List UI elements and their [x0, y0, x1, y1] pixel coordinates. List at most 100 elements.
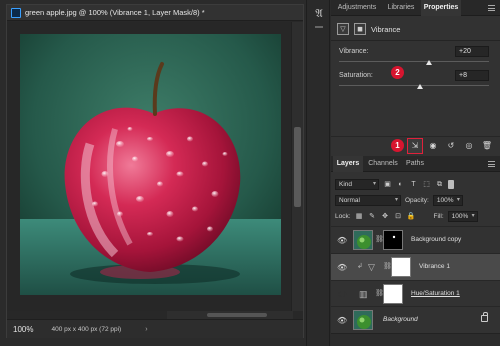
zoom-level[interactable]: 100%: [13, 325, 33, 334]
chevron-down-icon: ▾: [372, 181, 376, 187]
blend-row: Normal ▾ Opacity: 100% ▾: [335, 194, 463, 207]
lock-all-icon[interactable]: 🔒: [407, 212, 416, 221]
apple-photo: [20, 34, 281, 295]
callout-badge-2: 2: [391, 66, 404, 79]
vibrance-label: Vibrance:: [339, 48, 369, 55]
type-filter-icon[interactable]: T: [409, 180, 418, 189]
clipping-indicator-icon: ↲: [357, 263, 363, 270]
document-window: green apple.jpg @ 100% (Vibrance 1, Laye…: [6, 4, 304, 338]
hue-saturation-layer-icon: ▥: [359, 289, 368, 299]
toggle-visibility-icon[interactable]: ◎: [462, 139, 476, 153]
filter-kind-value: Kind: [339, 181, 353, 188]
visibility-eye-icon[interactable]: 👁: [337, 263, 347, 272]
layers-menu-icon[interactable]: [488, 161, 495, 167]
reset-adjustments-icon[interactable]: ↺: [444, 139, 458, 153]
layer-name[interactable]: Hue/Saturation 1: [411, 290, 460, 297]
adjustment-filter-icon[interactable]: ◐: [396, 180, 405, 189]
chevron-down-icon: ▾: [394, 197, 398, 203]
vertical-scroll-thumb[interactable]: [294, 127, 301, 207]
layer-mask-thumbnail[interactable]: [383, 230, 403, 250]
properties-menu-icon[interactable]: [488, 5, 495, 11]
vibrance-slider-track[interactable]: [339, 61, 489, 62]
properties-toolbar: 1 ⇲ ◉ ↺ ◎ 🗑: [331, 136, 500, 154]
right-panels: Adjustments Libraries Properties ▽ ◼ Vib…: [331, 0, 500, 346]
tab-paths[interactable]: Paths: [403, 156, 427, 172]
canvas-area[interactable]: [7, 22, 293, 311]
lock-artboard-icon[interactable]: ⊡: [394, 212, 403, 221]
tab-properties[interactable]: Properties: [421, 0, 461, 16]
filter-kind-dropdown[interactable]: Kind ▾: [335, 179, 379, 190]
saturation-slider-track[interactable]: [339, 85, 489, 86]
vibrance-slider-knob[interactable]: [426, 60, 432, 65]
fill-label: Fill:: [433, 213, 444, 220]
visibility-eye-icon[interactable]: 👁: [337, 316, 347, 325]
layer-name[interactable]: Background: [383, 316, 418, 323]
status-bar: 100% 400 px x 400 px (72 ppi) ›: [7, 319, 303, 338]
lock-label: Lock:: [335, 213, 351, 220]
shape-filter-icon[interactable]: ⬚: [422, 180, 431, 189]
vertical-scrollbar[interactable]: [291, 22, 303, 311]
dock-grip-icon[interactable]: [315, 26, 323, 28]
layer-row-vibrance-1[interactable]: 👁 ↲ ▽ ⛓ Vibrance 1: [331, 253, 500, 280]
filter-toggle[interactable]: [448, 180, 454, 189]
properties-header: ▽ ◼ Vibrance: [337, 22, 400, 36]
callout-badge-1: 1: [391, 139, 404, 152]
layers-tabbar: Layers Channels Paths: [331, 156, 500, 172]
visibility-eye-icon[interactable]: 👁: [337, 236, 347, 245]
tab-adjustments[interactable]: Adjustments: [333, 0, 381, 16]
vibrance-layer-icon: ▽: [368, 262, 375, 272]
layer-row-hue-saturation-1[interactable]: 👁 ▥ ⛓ Hue/Saturation 1: [331, 280, 500, 307]
fill-value: 100%: [451, 213, 469, 220]
panel-dock-strip: 𝔄: [306, 0, 330, 346]
layer-lock-icon[interactable]: [481, 312, 488, 322]
tab-channels[interactable]: Channels: [365, 156, 401, 172]
properties-title: Vibrance: [371, 24, 401, 34]
opacity-value: 100%: [436, 197, 454, 204]
document-dimensions: 400 px x 400 px (72 ppi): [51, 325, 122, 333]
layers-bottom-bar: [331, 333, 500, 346]
layer-thumbnail: [353, 230, 373, 250]
clip-to-layer-icon[interactable]: ⇲: [407, 137, 423, 154]
properties-divider: [331, 40, 500, 41]
blend-mode-dropdown[interactable]: Normal ▾: [335, 195, 401, 206]
pixel-filter-icon[interactable]: ▣: [383, 180, 392, 189]
layer-name[interactable]: Vibrance 1: [419, 263, 450, 270]
document-title: green apple.jpg @ 100% (Vibrance 1, Laye…: [25, 8, 205, 17]
layer-mask-thumbnail[interactable]: [383, 284, 403, 304]
status-menu-arrow-icon[interactable]: ›: [145, 326, 147, 333]
properties-tabbar: Adjustments Libraries Properties: [331, 0, 500, 16]
horizontal-scroll-thumb[interactable]: [207, 313, 267, 317]
saturation-label: Saturation:: [339, 72, 373, 79]
smart-object-filter-icon[interactable]: ⧉: [435, 180, 444, 189]
view-previous-state-icon[interactable]: ◉: [426, 139, 440, 153]
lock-pixels-icon[interactable]: ✎: [368, 212, 377, 221]
tab-layers[interactable]: Layers: [333, 156, 363, 172]
lock-position-icon[interactable]: ✥: [381, 212, 390, 221]
opacity-field[interactable]: 100% ▾: [432, 195, 463, 206]
layer-name[interactable]: Background copy: [411, 236, 461, 243]
saturation-value-field[interactable]: +8: [455, 70, 489, 81]
opacity-label: Opacity:: [405, 197, 429, 204]
lock-transparency-icon[interactable]: ▦: [355, 212, 364, 221]
layer-filter-row: Kind ▾ ▣ ◐ T ⬚ ⧉: [335, 178, 454, 191]
saturation-slider-knob[interactable]: [417, 84, 423, 89]
document-tab[interactable]: green apple.jpg @ 100% (Vibrance 1, Laye…: [7, 5, 303, 21]
fill-field[interactable]: 100% ▾: [447, 211, 478, 222]
vibrance-adjustment-icon[interactable]: ▽: [337, 23, 349, 35]
hidden-eye-placeholder[interactable]: 👁: [337, 290, 347, 299]
delete-adjustment-icon[interactable]: 🗑: [480, 139, 494, 153]
character-panel-icon[interactable]: 𝔄: [311, 6, 327, 22]
vibrance-value-field[interactable]: +20: [455, 46, 489, 57]
chevron-down-icon: ▾: [456, 197, 460, 203]
layer-mask-thumbnail[interactable]: [391, 257, 411, 277]
layer-thumbnail: [353, 310, 373, 330]
chevron-down-icon: ▾: [471, 213, 475, 219]
layer-row-background-copy[interactable]: 👁 ⛓ Background copy: [331, 226, 500, 253]
layer-row-background[interactable]: 👁 Background: [331, 306, 500, 333]
blend-mode-value: Normal: [339, 197, 360, 204]
tab-libraries[interactable]: Libraries: [383, 0, 419, 16]
photoshop-file-icon: [11, 7, 21, 18]
layer-mask-icon[interactable]: ◼: [354, 23, 366, 35]
lock-row: Lock: ▦ ✎ ✥ ⊡ 🔒 Fill: 100% ▾: [335, 210, 478, 223]
horizontal-scrollbar[interactable]: [167, 311, 293, 319]
